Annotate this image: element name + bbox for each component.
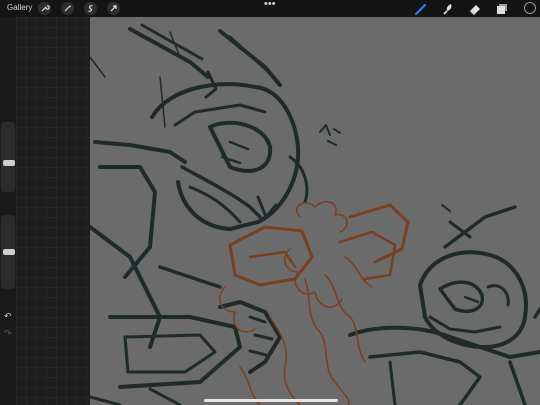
left-sidebar: ↶ ↷ [0, 17, 16, 405]
sketch-drawing [90, 23, 540, 405]
brush-opacity-slider[interactable] [1, 215, 15, 289]
brush-size-handle[interactable] [3, 160, 15, 166]
eraser-icon[interactable] [468, 2, 482, 16]
brush-opacity-handle[interactable] [3, 249, 15, 255]
wrench-icon[interactable] [38, 2, 51, 15]
home-indicator[interactable] [204, 399, 338, 402]
transform-arrow-icon[interactable] [107, 2, 120, 15]
drawing-canvas[interactable] [90, 17, 540, 405]
brush-size-slider[interactable] [1, 122, 15, 192]
more-menu-icon[interactable]: ••• [264, 0, 276, 10]
magic-wand-icon[interactable] [61, 2, 74, 15]
brush-icon[interactable] [414, 2, 428, 16]
top-toolbar: Gallery ••• [0, 0, 540, 17]
redo-icon[interactable]: ↷ [4, 328, 12, 339]
color-picker-button[interactable] [524, 2, 536, 14]
workspace-background [16, 17, 90, 405]
selection-icon[interactable] [84, 2, 97, 15]
layers-icon[interactable] [495, 2, 509, 16]
smudge-icon[interactable] [441, 2, 455, 16]
gallery-button[interactable]: Gallery [7, 3, 32, 12]
undo-icon[interactable]: ↶ [4, 311, 12, 322]
